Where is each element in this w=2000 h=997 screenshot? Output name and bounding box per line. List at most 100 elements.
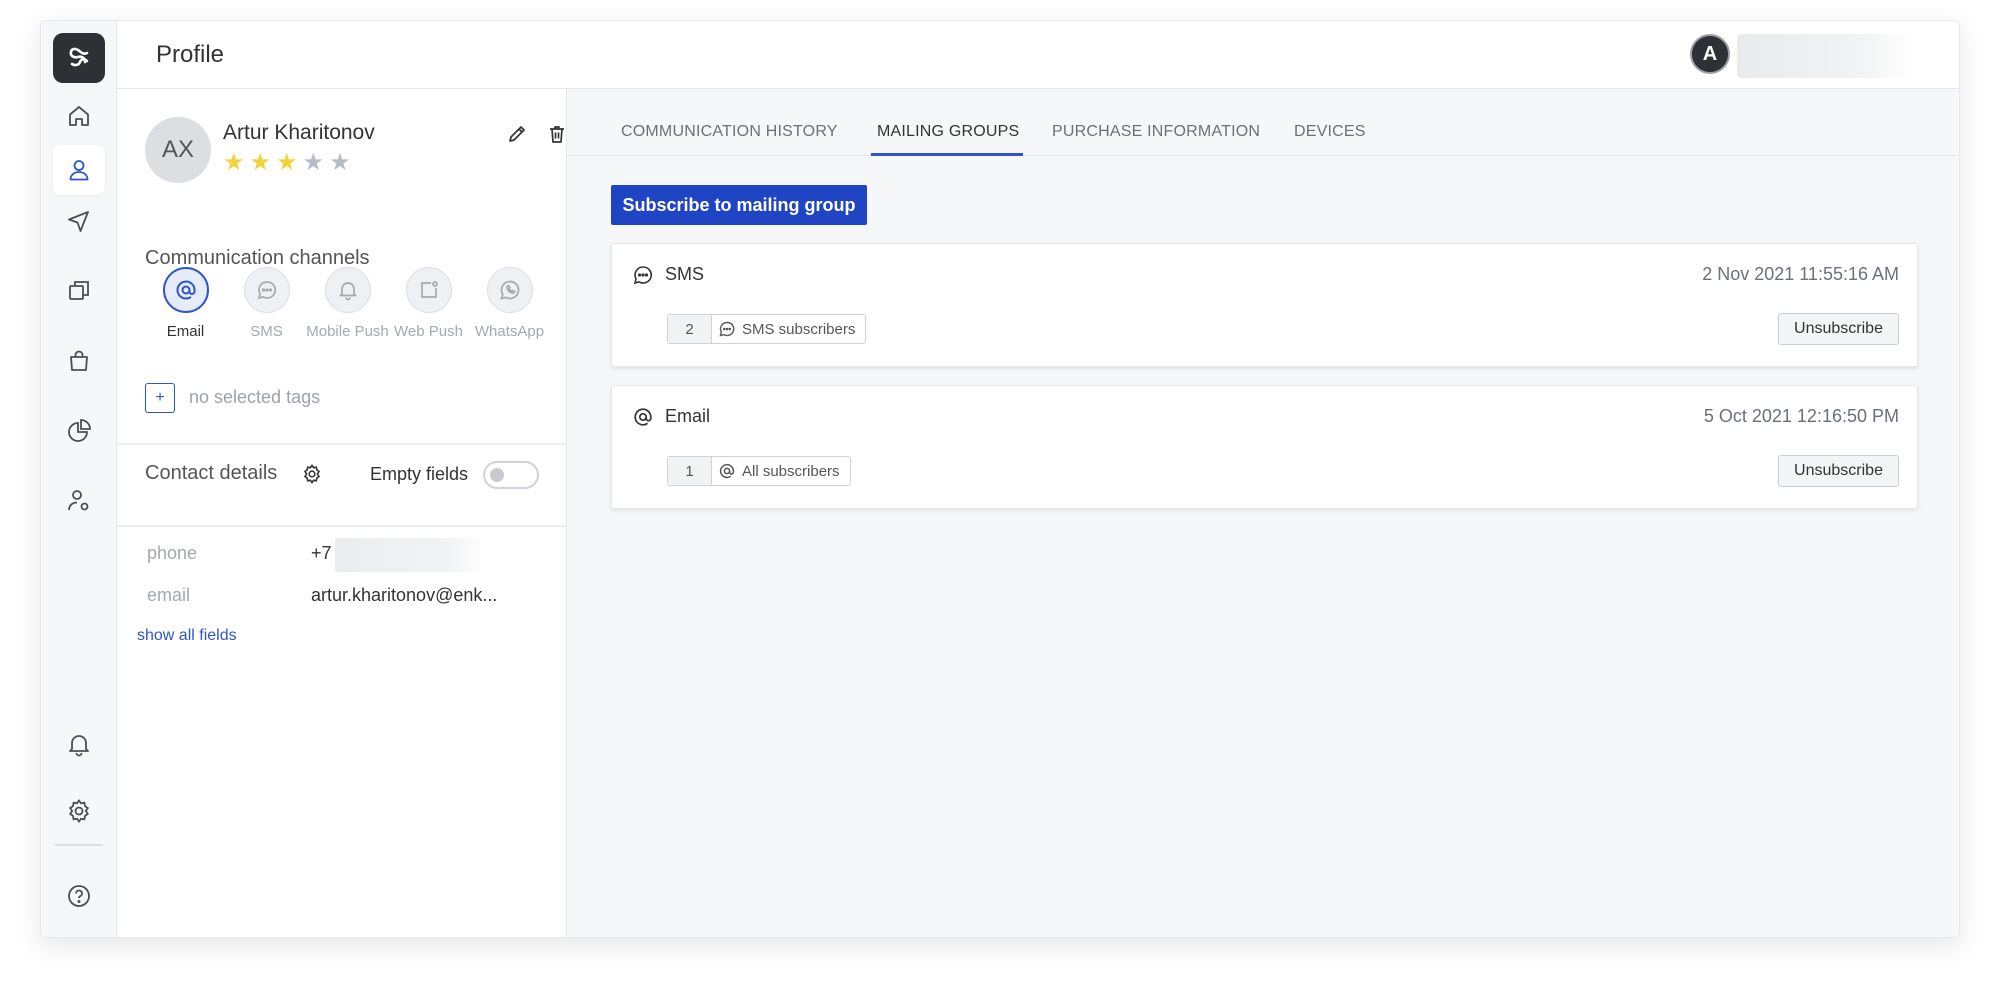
- nav-help[interactable]: [53, 871, 105, 921]
- channel-mobile-push-circle: [324, 267, 371, 313]
- mailing-group-card-email: Email 5 Oct 2021 12:16:50 PM 1 All subsc…: [611, 385, 1918, 509]
- user-settings-icon: [68, 490, 89, 511]
- channel-sms[interactable]: SMS: [226, 267, 307, 340]
- field-label-email: email: [147, 585, 191, 605]
- group-chip[interactable]: 1 All subscribers: [667, 456, 851, 486]
- unsubscribe-button[interactable]: Unsubscribe: [1778, 313, 1899, 345]
- rail-divider: [55, 844, 103, 846]
- left-nav-rail: [41, 21, 117, 937]
- channel-whatsapp[interactable]: WhatsApp: [469, 267, 550, 340]
- pie-chart-icon: [68, 419, 91, 442]
- nav-home[interactable]: [53, 91, 105, 141]
- channel-whatsapp-circle: [486, 267, 533, 313]
- show-all-fields-link[interactable]: show all fields: [137, 627, 237, 645]
- channel-email-circle: [162, 267, 209, 313]
- group-count: 2: [668, 315, 712, 343]
- star-icon-2[interactable]: ★: [250, 151, 272, 175]
- nav-purchases[interactable]: [53, 336, 105, 386]
- user-icon: [69, 160, 89, 181]
- star-icon-5[interactable]: ★: [329, 151, 351, 175]
- empty-fields-toggle[interactable]: [483, 461, 539, 489]
- logo-icon: [69, 47, 89, 67]
- channel-mobile-push[interactable]: Mobile Push: [306, 267, 389, 340]
- group-name-text: SMS subscribers: [742, 320, 856, 338]
- channel-label: Mobile Push: [306, 323, 389, 340]
- profile-tabs: COMMUNICATION HISTORY MAILING GROUPS PUR…: [567, 89, 1959, 156]
- bell-icon: [69, 735, 89, 757]
- contact-name: Artur Kharitonov: [223, 121, 375, 144]
- group-channel-title: SMS: [665, 264, 705, 284]
- tab-mailing-groups[interactable]: MAILING GROUPS: [877, 123, 1019, 141]
- page-title: Profile: [156, 41, 225, 68]
- add-tag-button[interactable]: +: [145, 383, 175, 413]
- group-subscribed-date: 2 Nov 2021 11:55:16 AM: [1702, 264, 1899, 284]
- main-content: COMMUNICATION HISTORY MAILING GROUPS PUR…: [567, 89, 1959, 937]
- trash-icon: [550, 126, 564, 143]
- group-chip[interactable]: 2 SMS subscribers: [667, 314, 867, 344]
- gear-icon[interactable]: [301, 463, 323, 485]
- phone-redacted: [335, 538, 485, 572]
- whatsapp-icon: [499, 280, 519, 300]
- section-divider: [117, 525, 566, 527]
- user-avatar[interactable]: A: [1690, 34, 1730, 74]
- nav-templates[interactable]: [53, 266, 105, 316]
- tab-devices[interactable]: DEVICES: [1294, 123, 1366, 141]
- app-logo[interactable]: [53, 33, 105, 83]
- empty-fields-label: Empty fields: [370, 464, 469, 484]
- edit-contact-button[interactable]: [503, 120, 531, 148]
- nav-notifications[interactable]: [53, 719, 105, 769]
- user-name-redacted[interactable]: [1737, 34, 1913, 78]
- send-icon: [68, 211, 89, 232]
- tab-communication-history[interactable]: COMMUNICATION HISTORY: [621, 123, 838, 141]
- star-icon-1[interactable]: ★: [223, 151, 245, 175]
- contact-rating[interactable]: ★ ★ ★ ★ ★: [223, 151, 351, 175]
- copy-icon: [69, 281, 89, 300]
- unsubscribe-button[interactable]: Unsubscribe: [1778, 455, 1899, 487]
- home-icon: [69, 106, 89, 126]
- active-tab-indicator: [871, 153, 1023, 156]
- channel-label: WhatsApp: [474, 323, 545, 340]
- toggle-knob: [490, 468, 504, 482]
- group-subscribed-date: 5 Oct 2021 12:16:50 PM: [1703, 406, 1899, 426]
- group-count: 1: [668, 457, 712, 485]
- star-icon-4[interactable]: ★: [303, 151, 325, 175]
- channel-web-push-circle: [405, 267, 452, 313]
- channel-label: Web Push: [394, 323, 463, 340]
- field-value-email[interactable]: artur.kharitonov@enk...: [311, 585, 497, 606]
- contact-details-title: Contact details: [145, 462, 278, 484]
- tags-placeholder: no selected tags: [189, 387, 321, 407]
- group-name: SMS subscribers: [712, 315, 865, 343]
- app-window: Profile A AX Artur Kharitonov ★ ★ ★ ★ ★ …: [40, 20, 1960, 938]
- chat-icon: [633, 266, 652, 285]
- channel-email[interactable]: Email: [145, 267, 226, 340]
- star-icon-3[interactable]: ★: [276, 151, 298, 175]
- at-icon: [176, 280, 195, 300]
- field-value-phone[interactable]: +7: [311, 543, 332, 564]
- nav-analytics[interactable]: [53, 406, 105, 456]
- communication-channels: Email SMS Mobile Push Web Push WhatsApp: [145, 267, 550, 340]
- chat-icon: [719, 321, 735, 337]
- channel-web-push[interactable]: Web Push: [388, 267, 469, 340]
- nav-user-settings[interactable]: [53, 476, 105, 526]
- channel-label: SMS: [250, 323, 283, 340]
- group-channel-title: Email: [665, 406, 711, 426]
- profile-panel: AX Artur Kharitonov ★ ★ ★ ★ ★ Communicat…: [117, 89, 567, 937]
- contact-avatar: AX: [145, 117, 211, 183]
- tab-purchase-information[interactable]: PURCHASE INFORMATION: [1052, 123, 1260, 141]
- channel-label: Email: [166, 323, 205, 340]
- browser-icon: [420, 281, 438, 298]
- nav-campaigns[interactable]: [53, 196, 105, 246]
- section-divider: [117, 443, 566, 445]
- field-label-phone: phone: [147, 543, 198, 563]
- subscribe-to-mailing-group-button[interactable]: Subscribe to mailing group: [611, 185, 867, 225]
- help-icon: [68, 885, 90, 907]
- group-name: All subscribers: [712, 457, 850, 485]
- gear-icon: [68, 798, 90, 824]
- nav-contacts[interactable]: [53, 145, 105, 195]
- group-name-text: All subscribers: [742, 462, 840, 480]
- at-icon: [719, 463, 735, 479]
- bell-icon: [339, 282, 356, 301]
- mailing-group-card-sms: SMS 2 Nov 2021 11:55:16 AM 2 SMS subscri…: [611, 243, 1918, 367]
- nav-settings[interactable]: [53, 786, 105, 836]
- pencil-icon: [509, 126, 525, 142]
